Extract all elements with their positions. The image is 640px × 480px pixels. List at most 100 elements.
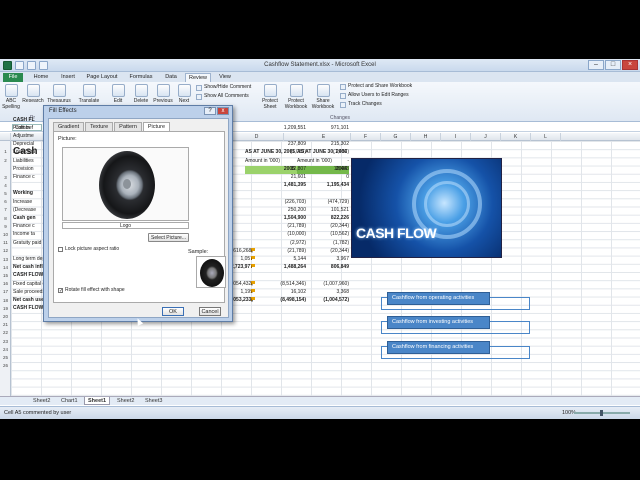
sheet-tab-sheet2[interactable]: Sheet2: [30, 397, 53, 405]
lock-aspect-checkbox[interactable]: Lock picture aspect ratio: [58, 246, 119, 252]
cell-d[interactable]: 1,209,551: [256, 124, 306, 132]
cell-e[interactable]: 101,521: [309, 206, 349, 214]
cell-e[interactable]: 10,483: [309, 165, 349, 173]
row-number[interactable]: 2: [0, 158, 11, 163]
row-label[interactable]: Liabilities: [13, 157, 34, 165]
row-number[interactable]: 13: [0, 257, 11, 262]
protect-sheet-button[interactable]: Protect Sheet: [258, 84, 282, 110]
dialog-close-button[interactable]: x: [217, 107, 229, 115]
row-number[interactable]: 6: [0, 199, 11, 204]
shape-operating-activities[interactable]: Cashflow from operating activities: [387, 292, 490, 305]
cell-d[interactable]: (1,033): [256, 148, 306, 156]
cancel-button[interactable]: Cancel: [199, 307, 221, 316]
cash-flow-image[interactable]: CASH FLOW: [351, 158, 502, 258]
col-header-j[interactable]: J: [471, 133, 501, 141]
cell-e[interactable]: (10,562): [309, 230, 349, 238]
row-number[interactable]: 19: [0, 306, 11, 311]
next-comment-button[interactable]: Next: [175, 84, 193, 104]
tab-page-layout[interactable]: Page Layout: [84, 73, 120, 82]
tab-file[interactable]: File: [3, 73, 23, 82]
maximize-button[interactable]: □: [605, 60, 621, 70]
cell-d[interactable]: -: [256, 157, 306, 165]
row-number[interactable]: 22: [0, 330, 11, 335]
cell-d[interactable]: (21,789): [256, 222, 306, 230]
row-number[interactable]: 20: [0, 314, 11, 319]
cell-e[interactable]: 806,849: [309, 263, 349, 271]
help-button[interactable]: ?: [204, 107, 216, 115]
col-header-g[interactable]: G: [381, 133, 411, 141]
zoom-slider-thumb[interactable]: [600, 410, 603, 416]
close-button[interactable]: ×: [622, 60, 638, 70]
row-number[interactable]: 7: [0, 207, 11, 212]
row-number[interactable]: 24: [0, 347, 11, 352]
cell-d[interactable]: (21,789): [256, 247, 306, 255]
thesaurus-button[interactable]: Thesaurus: [46, 84, 72, 104]
cell-d[interactable]: 1,481,395: [256, 181, 306, 189]
row-label[interactable]: Gratuity paid: [13, 239, 41, 247]
row-number[interactable]: 4: [0, 183, 11, 188]
cell-d[interactable]: (2,972): [256, 239, 306, 247]
row-number[interactable]: 25: [0, 355, 11, 360]
cell-e[interactable]: 3,967: [309, 255, 349, 263]
shape-financing-activities[interactable]: Cashflow from financing activities: [387, 341, 490, 354]
zoom-slider[interactable]: [574, 410, 630, 416]
cell-e[interactable]: (20,344): [309, 247, 349, 255]
row-number[interactable]: 8: [0, 216, 11, 221]
row-label[interactable]: Loss / (ga: [13, 148, 35, 156]
row-label[interactable]: Cash gen: [13, 214, 36, 222]
cell-d[interactable]: 1,504,900: [256, 214, 306, 222]
cell-e[interactable]: (1,007,960): [309, 280, 349, 288]
protect-workbook-button[interactable]: Protect Workbook: [283, 84, 309, 110]
minimize-button[interactable]: –: [588, 60, 604, 70]
cell-d[interactable]: 1,488,264: [256, 263, 306, 271]
row-number[interactable]: 11: [0, 240, 11, 245]
row-label[interactable]: Profit bef: [13, 124, 33, 132]
share-workbook-button[interactable]: Share Workbook: [310, 84, 336, 110]
allow-edit-ranges-button[interactable]: Allow Users to Edit Ranges: [340, 92, 409, 99]
ok-button[interactable]: OK: [162, 307, 184, 316]
previous-comment-button[interactable]: Previous: [152, 84, 174, 104]
row-number[interactable]: 21: [0, 322, 11, 327]
tab-pattern[interactable]: Pattern: [114, 122, 142, 131]
row-number[interactable]: 14: [0, 265, 11, 270]
cell-d[interactable]: 5,144: [256, 255, 306, 263]
sheet-tab-sheet1[interactable]: Sheet1: [84, 397, 111, 405]
row-number[interactable]: 17: [0, 289, 11, 294]
tab-view[interactable]: View: [215, 73, 235, 82]
cell-d[interactable]: (10,000): [256, 230, 306, 238]
cell-e[interactable]: 822,226: [309, 214, 349, 222]
cell-e[interactable]: 3,368: [309, 288, 349, 296]
row-label[interactable]: Finance c: [13, 222, 35, 230]
cell-d[interactable]: 237,809: [256, 140, 306, 148]
edit-comment-button[interactable]: Edit: [108, 84, 128, 104]
row-label[interactable]: Finance c: [13, 173, 35, 181]
cell-d[interactable]: (8,514,346): [256, 280, 306, 288]
tab-data[interactable]: Data: [161, 73, 181, 82]
row-number[interactable]: 16: [0, 281, 11, 286]
spelling-button[interactable]: ABC Spelling: [2, 84, 20, 110]
row-number[interactable]: 3: [0, 175, 11, 180]
row-number[interactable]: 15: [0, 273, 11, 278]
tab-review[interactable]: Review: [185, 73, 211, 82]
row-label[interactable]: Adjustme: [13, 132, 34, 140]
row-label[interactable]: Provision: [13, 165, 34, 173]
cell-d[interactable]: (8,498,154): [256, 296, 306, 304]
cell-d[interactable]: 12,807: [256, 165, 306, 173]
tab-insert[interactable]: Insert: [57, 73, 79, 82]
sheet-tab-chart1[interactable]: Chart1: [58, 397, 81, 405]
row-label[interactable]: Deprecial: [13, 140, 34, 148]
shape-investing-activities[interactable]: Cashflow from investing activities: [387, 316, 490, 329]
cell-d[interactable]: 16,102: [256, 288, 306, 296]
cell-e[interactable]: -: [309, 157, 349, 165]
tab-picture[interactable]: Picture: [142, 122, 171, 131]
tab-gradient[interactable]: Gradient: [53, 122, 85, 131]
col-header-f[interactable]: F: [351, 133, 381, 141]
cell-e[interactable]: 1,195,434: [309, 181, 349, 189]
tab-formulas[interactable]: Formulas: [126, 73, 156, 82]
row-number[interactable]: 10: [0, 232, 11, 237]
rotate-with-shape-checkbox[interactable]: ✓ Rotate fill effect with shape: [58, 287, 125, 293]
cell-d[interactable]: 250,200: [256, 206, 306, 214]
row-number[interactable]: 1: [0, 149, 11, 154]
cell-e[interactable]: 0: [309, 173, 349, 181]
show-hide-comment-button[interactable]: Show/Hide Comment: [196, 84, 251, 91]
